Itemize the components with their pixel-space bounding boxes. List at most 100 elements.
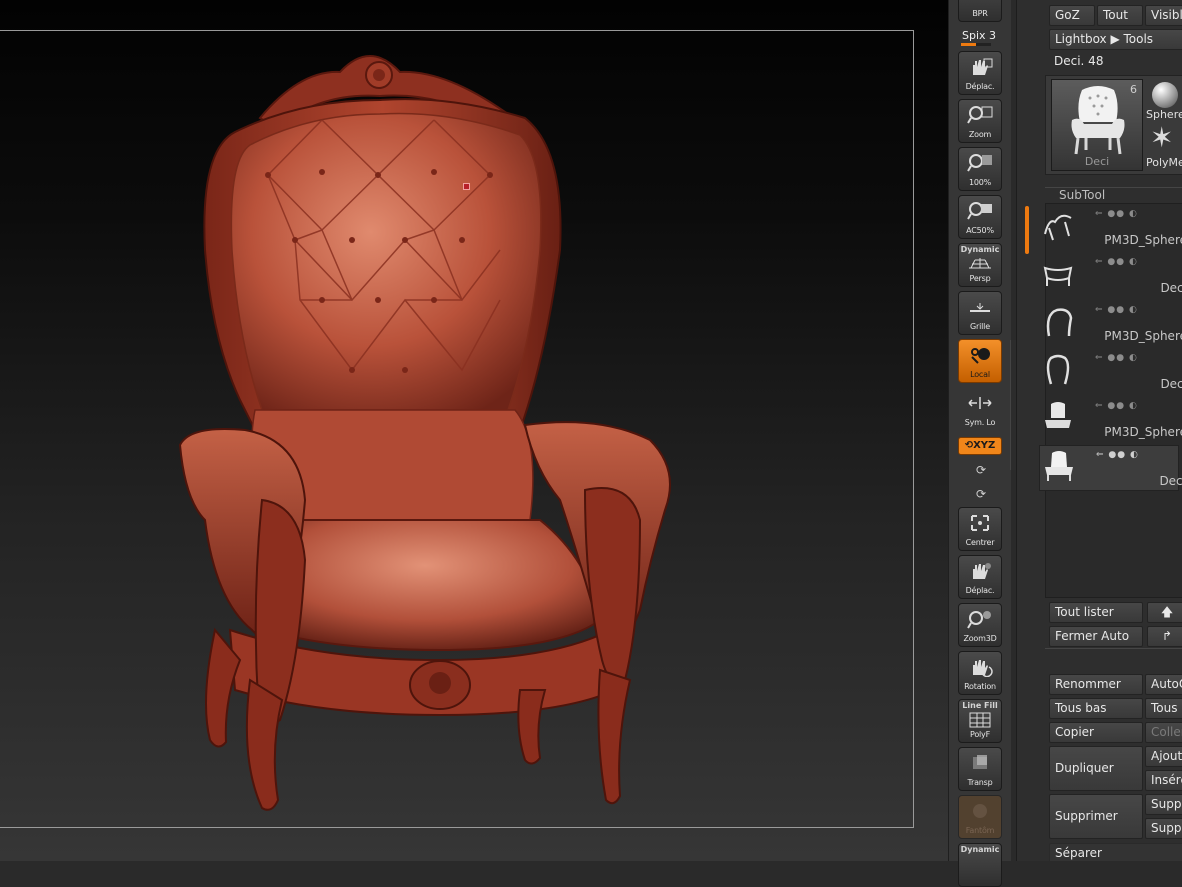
goz-button[interactable]: GoZ (1049, 5, 1095, 26)
move-3d-button[interactable]: Déplac. (958, 555, 1002, 599)
tool-thumbnails: 6 Deci Sphere ✶ PolyMe (1045, 75, 1182, 175)
hand-icon (973, 58, 993, 75)
subtool-visibility-icons[interactable]: ⇐ ●● ◐ (1095, 257, 1138, 267)
magnifier-icon (967, 154, 992, 172)
xyz-rotation-button[interactable]: ⟲XYZ (958, 437, 1002, 455)
subtool-row[interactable]: ⇐ ●● ◐ PM3D_Sphere (1039, 205, 1182, 251)
ghost-icon (973, 804, 987, 818)
sphere-tool-label: Sphere (1146, 108, 1182, 121)
frame-button[interactable]: Centrer (958, 507, 1002, 551)
magnifier-icon (967, 106, 993, 124)
subtool-visibility-icons[interactable]: ⇐ ●● ◐ (1096, 450, 1139, 460)
subtool-row[interactable]: ⇐ ●● ◐ Deci (1039, 349, 1182, 395)
bpr-button[interactable]: BPR (958, 0, 1002, 22)
autoreorder-button[interactable]: AutoO (1145, 674, 1182, 695)
actual-size-button[interactable]: 100% (958, 147, 1002, 191)
zoom-button[interactable]: Zoom (958, 99, 1002, 143)
polymesh-tool-label: PolyMe (1146, 156, 1182, 169)
document-viewport[interactable] (0, 0, 948, 861)
copy-button[interactable]: Copier (1049, 722, 1143, 743)
insert-button[interactable]: Insére (1145, 770, 1182, 791)
palette-divider (1045, 648, 1182, 649)
transparency-icon (973, 755, 987, 769)
right-shelf: BPR Spix 3 Déplac. Zoom 100% AC50% Dynam… (948, 0, 1011, 887)
rotate-icon: ⟲ (964, 440, 974, 451)
subtool-name: Deci (1159, 474, 1182, 488)
all-low-button[interactable]: Tous bas (1049, 698, 1143, 719)
subtool-name: Deci (1160, 281, 1182, 295)
subtool-row[interactable]: ⇐ ●● ◐ Deci (1039, 253, 1182, 299)
delete-button[interactable]: Supprimer (1049, 794, 1143, 839)
chair-thumbnail-icon (1071, 86, 1125, 155)
subtool-row-selected[interactable]: ⇐ ●● ◐ Deci (1039, 445, 1182, 491)
delete-all-button[interactable]: Suppr (1145, 818, 1182, 839)
current-tool-name: Deci (1084, 155, 1110, 168)
perspective-button[interactable]: Dynamic Persp (958, 243, 1002, 287)
subtool-thumbnail (1043, 266, 1073, 286)
rotate-button[interactable]: Rotation (958, 651, 1002, 695)
transparency-button[interactable]: Transp (958, 747, 1002, 791)
tool-palette: GoZ Tout Visible Lightbox ▶ Tools Deci. … (1016, 0, 1182, 861)
current-tool-label: Deci. 48 (1054, 54, 1104, 68)
local-symmetry-axis-button[interactable]: Sym. Lo (958, 387, 1002, 431)
zoom-3d-button[interactable]: Zoom3D (958, 603, 1002, 647)
magnifier-icon (967, 611, 991, 629)
rotate-icon (973, 660, 993, 677)
auto-collapse-button[interactable]: Fermer Auto (1049, 626, 1143, 647)
subtool-thumbnail (1045, 451, 1073, 481)
hand-icon (973, 563, 991, 579)
subtool-name: PM3D_Sphere (1104, 425, 1182, 439)
delete-other-button[interactable]: Suppr (1145, 794, 1182, 815)
symmetry-arrows-icon (968, 397, 992, 409)
polyframe-button[interactable]: Line Fill PolyF (958, 699, 1002, 743)
subtool-name: PM3D_Sphere (1104, 329, 1182, 343)
floor-grid-button[interactable]: Grille (958, 291, 1002, 335)
y-rotation-icon[interactable]: ⟳ (974, 463, 988, 477)
floor-icon (970, 303, 990, 312)
subtool-panel-header[interactable]: SubTool (1045, 187, 1182, 202)
goz-all-button[interactable]: Tout (1097, 5, 1143, 26)
magnifier-icon (967, 202, 992, 220)
subtool-count: 6 (1130, 83, 1137, 96)
current-tool-thumbnail[interactable]: 6 Deci (1051, 79, 1143, 171)
paste-button[interactable]: Coller (1145, 722, 1182, 743)
subtool-thumbnail (1045, 402, 1071, 428)
subtool-row[interactable]: ⇐ ●● ◐ PM3D_Sphere (1039, 301, 1182, 347)
rename-button[interactable]: Renommer (1049, 674, 1143, 695)
subtool-visibility-icons[interactable]: ⇐ ●● ◐ (1095, 353, 1138, 363)
append-button[interactable]: Ajoute (1145, 746, 1182, 767)
perspective-grid-icon (969, 258, 991, 269)
spix-slider[interactable] (961, 43, 991, 46)
polygrid-icon (969, 712, 991, 728)
polymesh-star-icon[interactable]: ✶ (1150, 124, 1173, 152)
move-button[interactable]: Déplac. (958, 51, 1002, 95)
ghost-button[interactable]: Fantôm (958, 795, 1002, 839)
duplicate-button[interactable]: Dupliquer (1049, 746, 1143, 791)
split-section-header[interactable]: Séparer (1049, 843, 1182, 861)
all-high-button[interactable]: Tous h (1145, 698, 1182, 719)
local-pivot-icon (971, 348, 990, 364)
subtool-visibility-icons[interactable]: ⇐ ●● ◐ (1095, 401, 1138, 411)
lightbox-tools-button[interactable]: Lightbox ▶ Tools (1049, 29, 1182, 50)
subtool-row[interactable]: ⇐ ●● ◐ PM3D_Sphere (1039, 397, 1182, 443)
subtool-scrollbar[interactable] (1025, 206, 1029, 254)
move-down-arrow-icon[interactable]: ↱ (1147, 626, 1182, 647)
subtool-thumbnail (1044, 214, 1072, 241)
subtool-thumbnail (1046, 354, 1070, 385)
subtool-visibility-icons[interactable]: ⇐ ●● ◐ (1095, 209, 1138, 219)
goz-visible-button[interactable]: Visible (1145, 5, 1182, 26)
subtool-visibility-icons[interactable]: ⇐ ●● ◐ (1095, 305, 1138, 315)
local-symmetry-button[interactable]: Local (958, 339, 1002, 383)
z-rotation-icon[interactable]: ⟳ (974, 487, 988, 501)
sphere-tool-icon[interactable] (1152, 82, 1178, 108)
dynamic-subdiv-button[interactable]: Dynamic (958, 843, 1002, 887)
aahalf-button[interactable]: AC50% (958, 195, 1002, 239)
subtool-thumbnail (1046, 308, 1073, 337)
move-up-arrow-icon[interactable]: 🡅 (1147, 602, 1182, 623)
spix-slider-label: Spix 3 (962, 29, 997, 42)
list-all-button[interactable]: Tout lister (1049, 602, 1143, 623)
brush-cursor (463, 183, 470, 190)
frame-icon (971, 515, 989, 531)
subtool-name: PM3D_Sphere (1104, 233, 1182, 247)
chair-model[interactable] (0, 0, 948, 861)
